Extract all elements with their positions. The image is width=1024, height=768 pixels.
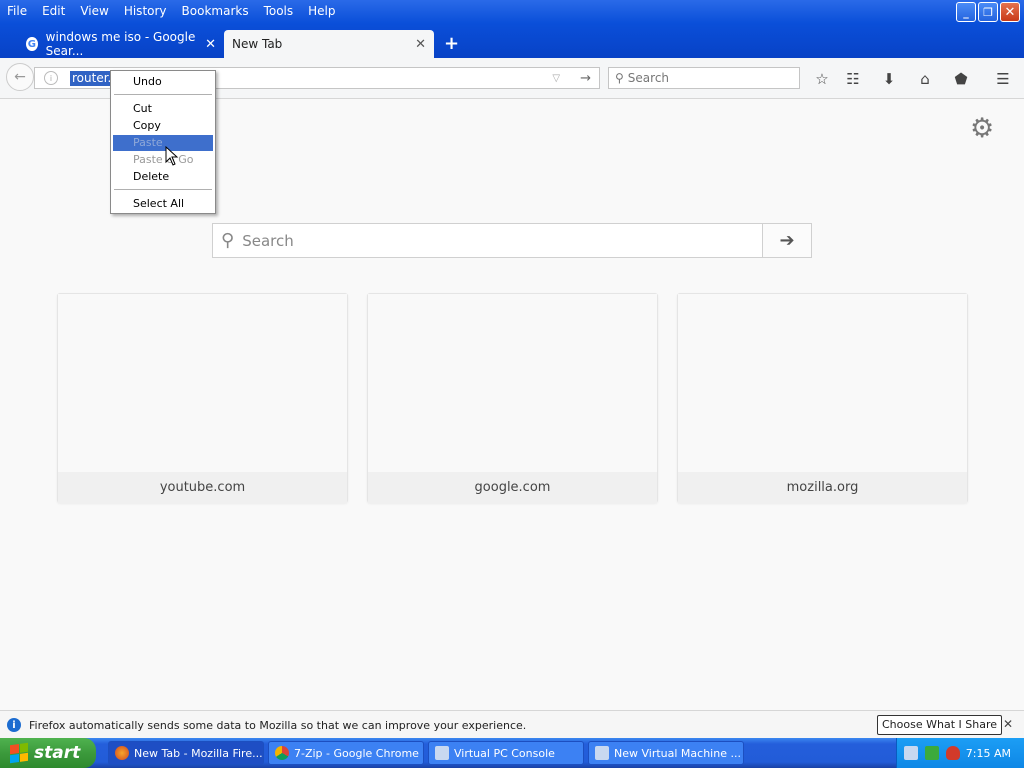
minimize-button[interactable]: _	[956, 2, 976, 22]
tab-strip: G windows me iso - Google Sear... ✕ New …	[0, 30, 1024, 58]
menu-file[interactable]: File	[0, 2, 35, 20]
home-icon[interactable]: ⌂	[915, 70, 935, 88]
toolbar-search-input[interactable]: ⚲ Search	[608, 67, 800, 89]
virtual-pc-tray-icon[interactable]	[904, 746, 918, 760]
taskbar-item-firefox[interactable]: New Tab - Mozilla Fire...	[108, 741, 264, 765]
ctx-undo[interactable]: Undo	[113, 74, 213, 90]
ctx-paste[interactable]: Paste	[113, 135, 213, 151]
bookmarks-menu-icon[interactable]: ☷	[843, 70, 863, 88]
notification-close-button[interactable]: ✕	[1003, 717, 1013, 731]
start-button[interactable]: start	[0, 738, 96, 768]
task-label: New Virtual Machine ...	[614, 746, 741, 760]
menu-help[interactable]: Help	[301, 2, 343, 20]
window-titlebar: File Edit View History Bookmarks Tools H…	[0, 0, 1024, 58]
start-label: start	[34, 743, 81, 763]
ctx-separator	[114, 94, 212, 95]
search-icon: ⚲	[221, 230, 235, 251]
task-label: Virtual PC Console	[454, 746, 555, 760]
close-window-button[interactable]: ✕	[1000, 2, 1020, 22]
ctx-cut[interactable]: Cut	[113, 101, 213, 117]
info-icon[interactable]: i	[44, 71, 58, 85]
taskbar-item-chrome[interactable]: 7-Zip - Google Chrome	[268, 741, 424, 765]
system-tray: 7:15 AM	[896, 738, 1024, 768]
menu-bookmarks[interactable]: Bookmarks	[175, 2, 257, 20]
bookmark-star-icon[interactable]: ☆	[812, 70, 832, 88]
tile-thumbnail	[678, 294, 967, 472]
newtab-search-placeholder: Search	[242, 231, 294, 250]
url-history-dropdown-icon[interactable]: ▽	[552, 73, 560, 84]
menu-history[interactable]: History	[117, 2, 175, 20]
info-icon: i	[7, 718, 21, 732]
taskbar-item-virtual-pc-console[interactable]: Virtual PC Console	[428, 741, 584, 765]
virtual-pc-icon	[595, 746, 609, 760]
taskbar: start New Tab - Mozilla Fire... 7-Zip - …	[0, 738, 1024, 768]
tab-new-tab[interactable]: New Tab ✕	[224, 30, 434, 58]
menu-tools[interactable]: Tools	[257, 2, 302, 20]
tile-thumbnail	[368, 294, 657, 472]
tile-label: youtube.com	[58, 472, 347, 503]
clock: 7:15 AM	[965, 746, 1011, 760]
tab-close-button[interactable]: ✕	[415, 37, 426, 52]
tile-label: google.com	[368, 472, 657, 503]
go-arrow-icon[interactable]: →	[580, 71, 591, 86]
back-button[interactable]: ←	[6, 63, 34, 91]
context-menu: Undo Cut Copy Paste Paste & Go Delete Se…	[110, 70, 216, 214]
tile-thumbnail	[58, 294, 347, 472]
menu-edit[interactable]: Edit	[35, 2, 73, 20]
notification-bar: i Firefox automatically sends some data …	[0, 710, 1024, 739]
network-tray-icon[interactable]	[925, 746, 939, 760]
window-controls: _ ❐ ✕	[956, 2, 1020, 22]
task-label: 7-Zip - Google Chrome	[294, 746, 419, 760]
security-shield-icon[interactable]	[946, 746, 960, 760]
tab-title: New Tab	[232, 37, 283, 51]
search-placeholder: Search	[627, 71, 670, 85]
google-favicon-icon: G	[26, 37, 38, 51]
ctx-paste-and-go[interactable]: Paste & Go	[113, 152, 213, 168]
arrow-left-icon: ←	[14, 69, 26, 85]
restore-button[interactable]: ❐	[978, 2, 998, 22]
notification-message: Firefox automatically sends some data to…	[29, 718, 527, 732]
search-go-button[interactable]: ➔	[762, 224, 811, 257]
menu-view[interactable]: View	[73, 2, 116, 20]
ctx-select-all[interactable]: Select All	[113, 196, 213, 212]
choose-what-i-share-button[interactable]: Choose What I Share	[877, 715, 1002, 735]
newtab-search-input[interactable]: ⚲ Search ➔	[212, 223, 812, 258]
windows-flag-icon	[10, 742, 28, 764]
ctx-delete[interactable]: Delete	[113, 169, 213, 185]
taskbar-item-new-virtual-machine[interactable]: New Virtual Machine ...	[588, 741, 744, 765]
pocket-icon[interactable]: ⬟	[951, 70, 971, 88]
task-label: New Tab - Mozilla Fire...	[134, 746, 263, 760]
mouse-pointer-icon	[165, 146, 179, 166]
search-icon: ⚲	[615, 71, 624, 85]
top-site-tile[interactable]: google.com	[367, 293, 658, 503]
tab-google-search[interactable]: G windows me iso - Google Sear... ✕	[18, 30, 224, 58]
gear-icon[interactable]: ⚙	[970, 113, 994, 144]
top-site-tile[interactable]: youtube.com	[57, 293, 348, 503]
chrome-icon	[275, 746, 289, 760]
new-tab-button[interactable]: +	[444, 33, 459, 54]
virtual-pc-icon	[435, 746, 449, 760]
ctx-copy[interactable]: Copy	[113, 118, 213, 134]
ctx-separator	[114, 189, 212, 190]
firefox-icon	[115, 746, 129, 760]
tab-title: windows me iso - Google Sear...	[45, 30, 196, 58]
top-site-tile[interactable]: mozilla.org	[677, 293, 968, 503]
downloads-icon[interactable]: ⬇	[879, 70, 899, 88]
hamburger-menu-icon[interactable]: ☰	[993, 70, 1013, 88]
tile-label: mozilla.org	[678, 472, 967, 503]
tab-close-button[interactable]: ✕	[205, 37, 216, 52]
menubar: File Edit View History Bookmarks Tools H…	[0, 2, 344, 20]
